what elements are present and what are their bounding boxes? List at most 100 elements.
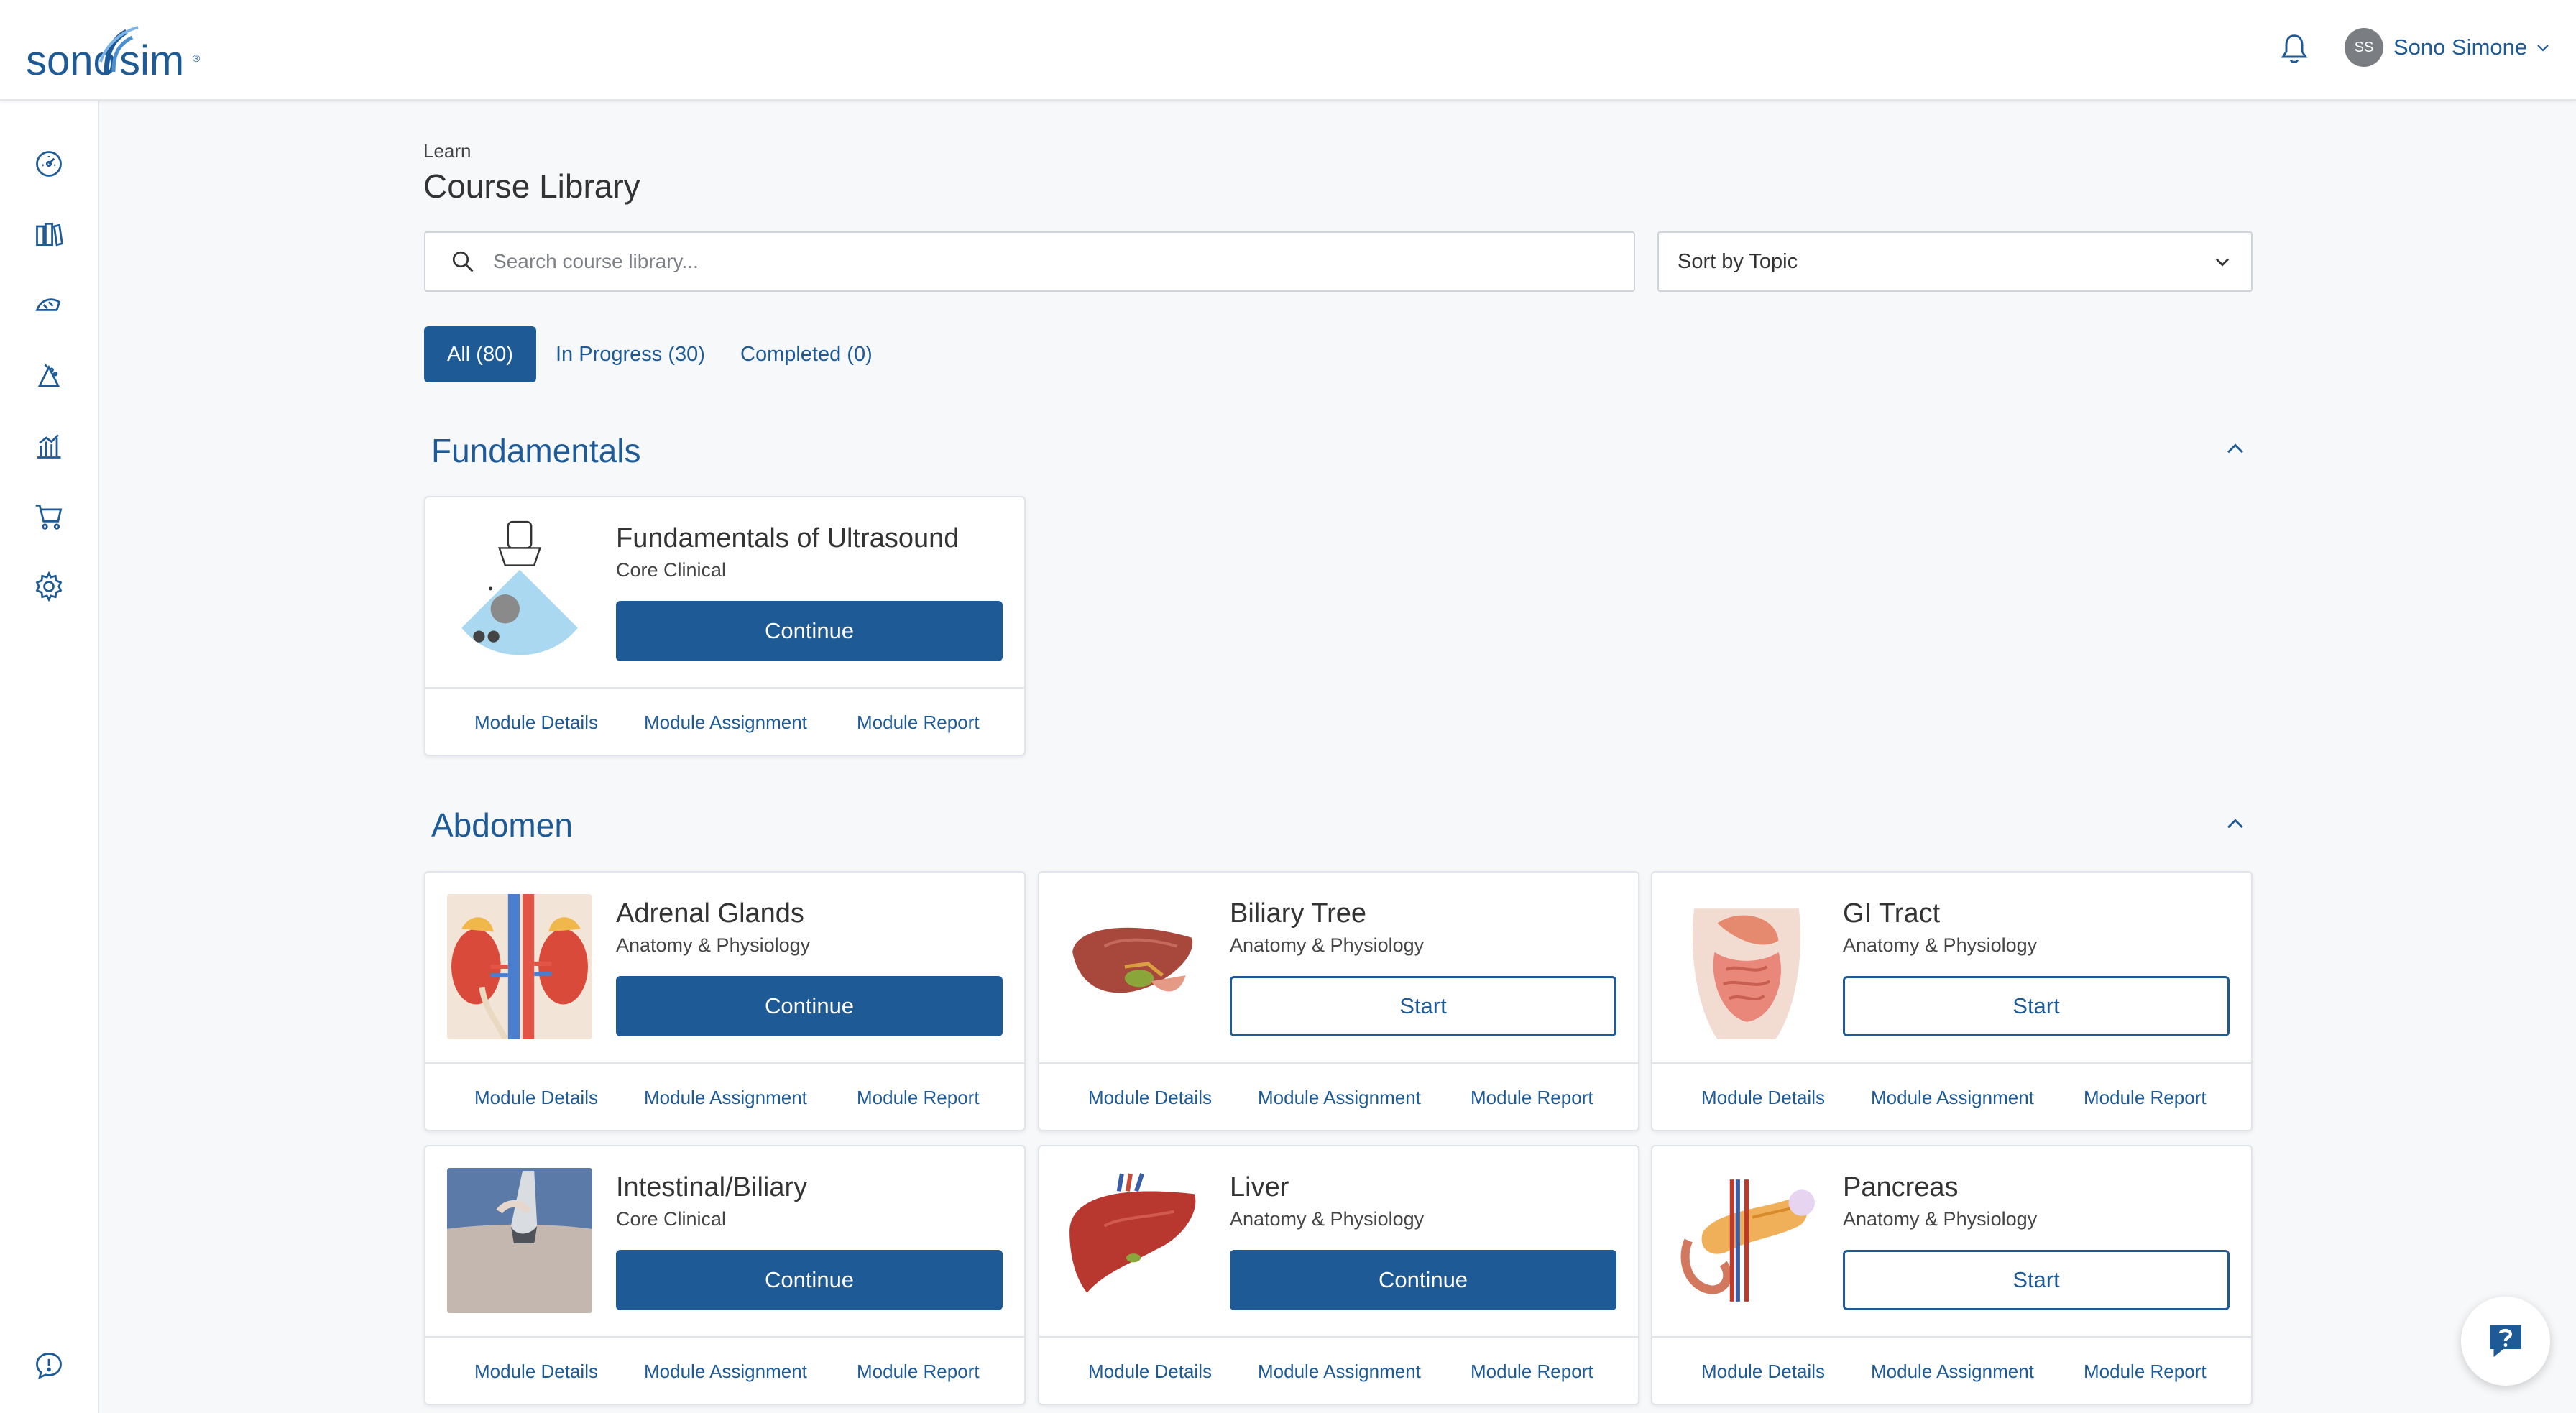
module-assignment-link[interactable]: Module Assignment [1258,1087,1421,1109]
top-header: sono sim ® SS Sono Simone [0,0,2576,101]
course-title: Liver [1230,1172,1289,1202]
start-button[interactable]: Start [1843,1250,2230,1310]
svg-text:sono: sono [26,37,116,83]
avatar: SS [2345,28,2383,67]
chevron-down-icon [2537,45,2549,52]
search-input[interactable] [493,250,1571,273]
course-card: Intestinal/Biliary Core Clinical Continu… [424,1145,1026,1405]
course-subtitle: Core Clinical [616,1208,727,1230]
course-title: Pancreas [1843,1172,1959,1202]
notifications-bell-icon[interactable] [2278,32,2310,66]
module-assignment-link[interactable]: Module Assignment [1871,1361,2034,1383]
svg-text:®: ® [193,52,201,64]
module-details-link[interactable]: Module Details [1701,1087,1825,1109]
chevron-down-icon [2215,258,2230,267]
module-report-link[interactable]: Module Report [1471,1361,1593,1383]
library-icon[interactable] [32,217,66,252]
module-assignment-link[interactable]: Module Assignment [1258,1361,1421,1383]
card-links: Module Details Module Assignment Module … [1652,1062,2251,1131]
module-report-link[interactable]: Module Report [1471,1087,1593,1109]
course-card: Biliary Tree Anatomy & Physiology Start … [1038,871,1639,1131]
course-subtitle: Anatomy & Physiology [1230,934,1425,956]
course-thumbnail [1674,894,1819,1039]
course-subtitle: Anatomy & Physiology [1230,1208,1425,1230]
course-subtitle: Anatomy & Physiology [616,934,811,956]
section-title-fundamentals[interactable]: Fundamentals [431,431,641,470]
module-details-link[interactable]: Module Details [1088,1361,1212,1383]
module-details-link[interactable]: Module Details [474,1361,598,1383]
module-assignment-link[interactable]: Module Assignment [644,1361,807,1383]
course-thumbnail [447,1168,592,1313]
continue-button[interactable]: Continue [616,1250,1003,1310]
breadcrumb[interactable]: Learn [423,140,472,162]
analytics-icon[interactable] [32,428,66,463]
tab-completed[interactable]: Completed (0) [740,326,873,382]
continue-button[interactable]: Continue [616,976,1003,1036]
sort-dropdown[interactable]: Sort by Topic [1657,231,2253,292]
settings-icon[interactable] [32,569,66,604]
help-question-icon [2490,1325,2521,1357]
module-details-link[interactable]: Module Details [1701,1361,1825,1383]
continue-button[interactable]: Continue [616,601,1003,661]
tab-in-progress[interactable]: In Progress (30) [556,326,705,382]
module-report-link[interactable]: Module Report [857,712,980,734]
scan-icon[interactable] [32,358,66,392]
course-title: Intestinal/Biliary [616,1172,808,1202]
module-report-link[interactable]: Module Report [2084,1361,2207,1383]
module-details-link[interactable]: Module Details [1088,1087,1212,1109]
dashboard-icon[interactable] [32,147,66,181]
tab-all[interactable]: All (80) [424,326,536,382]
sidebar [0,101,99,1413]
module-details-link[interactable]: Module Details [474,1087,598,1109]
search-icon [452,251,474,272]
course-thumbnail [447,519,592,664]
course-card: Pancreas Anatomy & Physiology Start Modu… [1651,1145,2253,1405]
cart-icon[interactable] [32,499,66,533]
start-button[interactable]: Start [1230,976,1616,1036]
help-chat-button[interactable] [2461,1297,2550,1386]
course-title: Adrenal Glands [616,898,804,929]
card-links: Module Details Module Assignment Module … [1039,1336,1638,1405]
feedback-icon[interactable] [32,1348,66,1383]
course-card: GI Tract Anatomy & Physiology Start Modu… [1651,871,2253,1131]
sort-selected-value: Sort by Topic [1678,249,1798,273]
course-thumbnail [447,894,592,1039]
continue-button[interactable]: Continue [1230,1250,1616,1310]
course-subtitle: Anatomy & Physiology [1843,1208,2038,1230]
module-details-link[interactable]: Module Details [474,712,598,734]
card-links: Module Details Module Assignment Module … [426,1336,1024,1405]
chevron-up-icon[interactable] [2223,437,2248,461]
course-subtitle: Anatomy & Physiology [1843,934,2038,956]
module-assignment-link[interactable]: Module Assignment [644,712,807,734]
user-menu[interactable]: SS Sono Simone [2345,27,2552,68]
module-report-link[interactable]: Module Report [2084,1087,2207,1109]
course-subtitle: Core Clinical [616,559,727,581]
module-assignment-link[interactable]: Module Assignment [1871,1087,2034,1109]
card-links: Module Details Module Assignment Module … [426,1062,1024,1131]
logo-graphic: sono sim ® [26,26,201,83]
course-title: Fundamentals of Ultrasound [616,523,960,553]
probe-icon[interactable] [32,287,66,322]
start-button[interactable]: Start [1843,976,2230,1036]
user-name: Sono Simone [2393,34,2528,60]
card-links: Module Details Module Assignment Module … [426,687,1024,756]
course-thumbnail [1061,894,1206,1039]
course-card: Fundamentals of Ultrasound Core Clinical… [424,496,1026,756]
card-links: Module Details Module Assignment Module … [1039,1062,1638,1131]
section-title-abdomen[interactable]: Abdomen [431,806,573,844]
module-assignment-link[interactable]: Module Assignment [644,1087,807,1109]
module-report-link[interactable]: Module Report [857,1361,980,1383]
course-card: Adrenal Glands Anatomy & Physiology Cont… [424,871,1026,1131]
sonosim-logo[interactable]: sono sim ® [26,19,206,83]
course-title: GI Tract [1843,898,1941,929]
course-thumbnail [1061,1168,1206,1313]
course-thumbnail [1674,1168,1819,1313]
search-bar[interactable] [424,231,1635,292]
course-card: Liver Anatomy & Physiology Continue Modu… [1038,1145,1639,1405]
card-links: Module Details Module Assignment Module … [1652,1336,2251,1405]
module-report-link[interactable]: Module Report [857,1087,980,1109]
svg-text:sim: sim [119,37,184,83]
chevron-up-icon[interactable] [2223,812,2248,837]
course-title: Biliary Tree [1230,898,1367,929]
page-title: Course Library [423,167,640,205]
